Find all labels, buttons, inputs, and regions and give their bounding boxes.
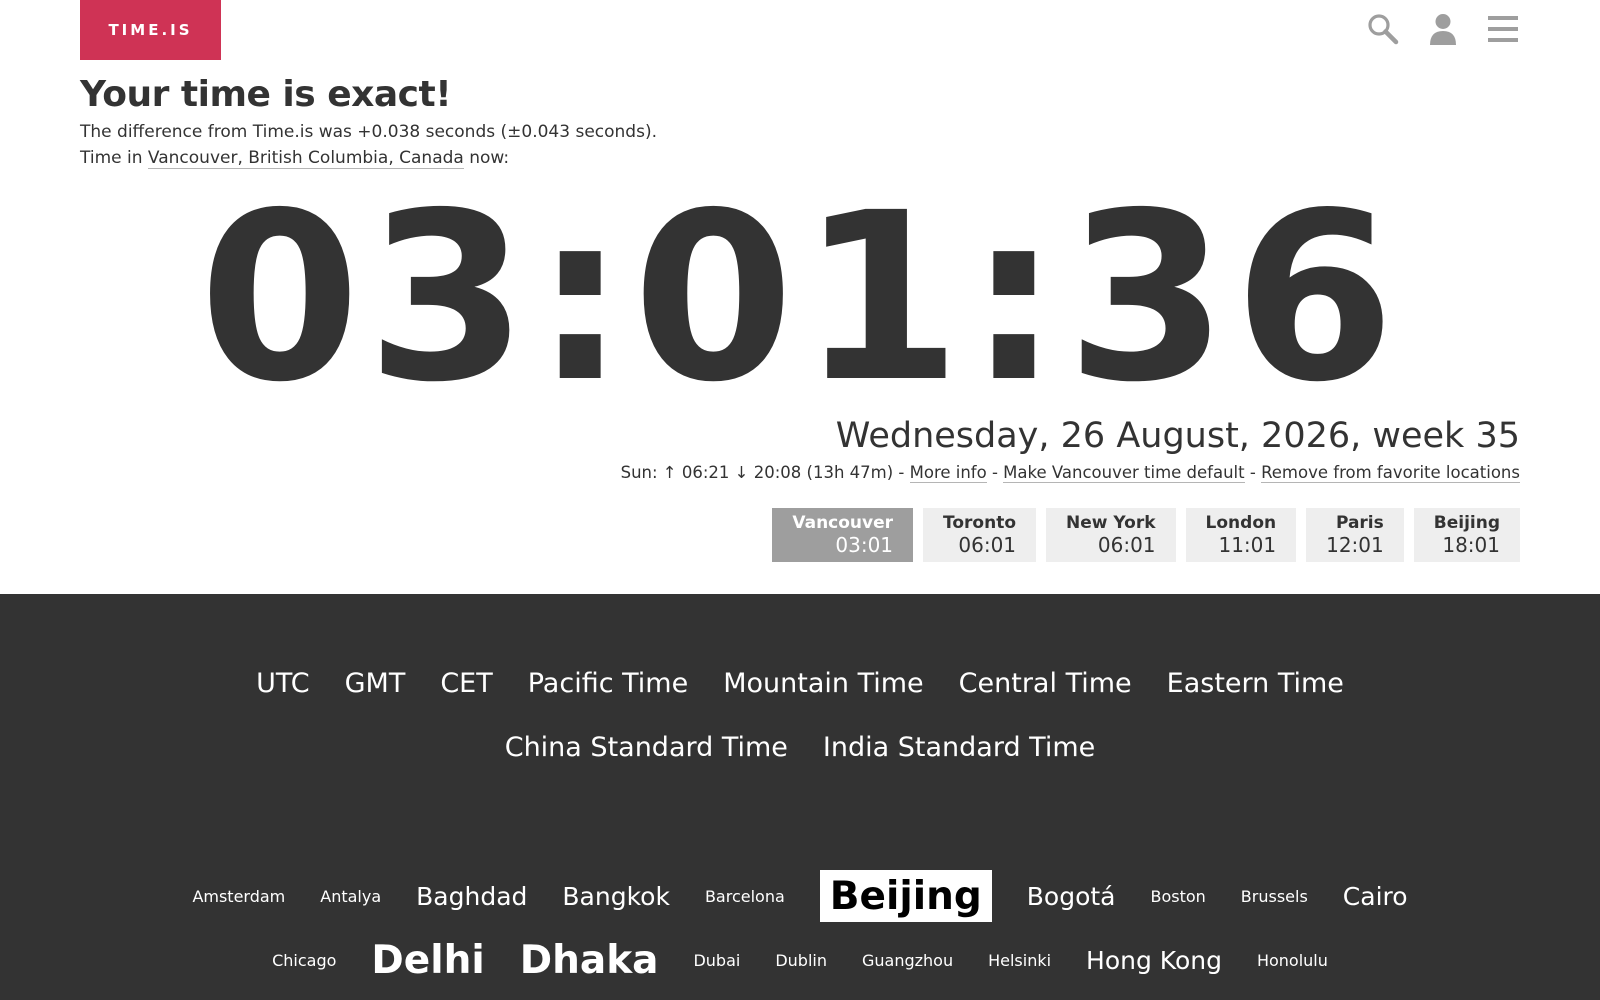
- city-link-hong-kong[interactable]: Hong Kong: [1086, 930, 1222, 990]
- city-link-barcelona[interactable]: Barcelona: [705, 866, 785, 926]
- sun-times: Sun: ↑ 06:21 ↓ 20:08 (13h 47m) -: [620, 463, 910, 482]
- city-link-dublin[interactable]: Dublin: [775, 930, 827, 990]
- zone-link-pacific[interactable]: Pacific Time: [528, 664, 688, 704]
- city-tab-time: 11:01: [1218, 533, 1277, 557]
- city-tab-time: 03:01: [835, 533, 894, 557]
- separator: -: [1244, 463, 1262, 482]
- city-link-baghdad[interactable]: Baghdad: [416, 866, 527, 926]
- city-link-guangzhou[interactable]: Guangzhou: [862, 930, 953, 990]
- city-link-chicago[interactable]: Chicago: [272, 930, 336, 990]
- city-tab-time: 06:01: [958, 533, 1017, 557]
- city-tab-new-york[interactable]: New York 06:01: [1046, 508, 1176, 562]
- city-tab-time: 06:01: [1097, 533, 1156, 557]
- city-link-brussels[interactable]: Brussels: [1241, 866, 1308, 926]
- city-tab-name: Paris: [1335, 513, 1384, 533]
- city-link-delhi[interactable]: Delhi: [371, 930, 484, 990]
- separator: -: [986, 463, 1004, 482]
- city-tab-vancouver[interactable]: Vancouver 03:01: [772, 508, 914, 562]
- more-info-link[interactable]: More info: [909, 463, 987, 483]
- city-link-boston[interactable]: Boston: [1150, 866, 1205, 926]
- location-prefix: Time in: [80, 148, 148, 168]
- search-icon[interactable]: [1366, 12, 1400, 46]
- date-display: Wednesday, 26 August, 2026, week 35: [835, 416, 1520, 456]
- zone-link-cet[interactable]: CET: [440, 664, 492, 704]
- time-difference-text: The difference from Time.is was +0.038 s…: [80, 122, 657, 142]
- city-tab-name: Beijing: [1433, 513, 1500, 533]
- city-tab-paris[interactable]: Paris 12:01: [1306, 508, 1404, 562]
- city-links: Amsterdam Antalya Baghdad Bangkok Barcel…: [0, 866, 1600, 990]
- city-link-dhaka[interactable]: Dhaka: [520, 930, 659, 990]
- city-tab-toronto[interactable]: Toronto 06:01: [923, 508, 1037, 562]
- city-link-helsinki[interactable]: Helsinki: [988, 930, 1051, 990]
- city-tab-time: 12:01: [1326, 533, 1384, 557]
- zone-link-india-standard[interactable]: India Standard Time: [823, 728, 1095, 768]
- city-link-dubai[interactable]: Dubai: [693, 930, 740, 990]
- sun-info-line: Sun: ↑ 06:21 ↓ 20:08 (13h 47m) - More in…: [620, 463, 1520, 483]
- page-title: Your time is exact!: [80, 74, 452, 115]
- city-link-honolulu[interactable]: Honolulu: [1257, 930, 1328, 990]
- site-logo[interactable]: TIME.IS: [80, 0, 221, 60]
- city-link-amsterdam[interactable]: Amsterdam: [192, 866, 285, 926]
- zone-link-gmt[interactable]: GMT: [345, 664, 406, 704]
- zone-link-eastern[interactable]: Eastern Time: [1167, 664, 1344, 704]
- city-tab-name: Vancouver: [792, 513, 894, 533]
- city-tab-london[interactable]: London 11:01: [1185, 508, 1297, 562]
- city-tab-name: Toronto: [943, 513, 1017, 533]
- menu-icon[interactable]: [1486, 12, 1520, 46]
- city-link-beijing[interactable]: Beijing: [819, 870, 992, 922]
- city-tab-time: 18:01: [1442, 533, 1500, 557]
- city-link-cairo[interactable]: Cairo: [1343, 866, 1408, 926]
- city-link-bangkok[interactable]: Bangkok: [562, 866, 670, 926]
- zone-link-central[interactable]: Central Time: [959, 664, 1132, 704]
- favorite-cities: Vancouver 03:01 Toronto 06:01 New York 0…: [772, 508, 1520, 562]
- zone-link-mountain[interactable]: Mountain Time: [723, 664, 923, 704]
- zone-link-utc[interactable]: UTC: [256, 664, 310, 704]
- city-tab-beijing[interactable]: Beijing 18:01: [1413, 508, 1520, 562]
- make-default-link[interactable]: Make Vancouver time default: [1003, 463, 1245, 483]
- timezone-links: UTC GMT CET Pacific Time Mountain Time C…: [0, 664, 1600, 768]
- city-tab-name: New York: [1066, 513, 1156, 533]
- header-icons: [1366, 12, 1520, 46]
- city-link-bogota[interactable]: Bogotá: [1027, 866, 1116, 926]
- user-icon[interactable]: [1426, 12, 1460, 46]
- remove-favorite-link[interactable]: Remove from favorite locations: [1261, 463, 1520, 483]
- zone-link-china-standard[interactable]: China Standard Time: [505, 728, 788, 768]
- city-link-antalya[interactable]: Antalya: [320, 866, 381, 926]
- clock-display: 03:01:36: [198, 163, 1402, 433]
- city-tab-name: London: [1205, 513, 1277, 533]
